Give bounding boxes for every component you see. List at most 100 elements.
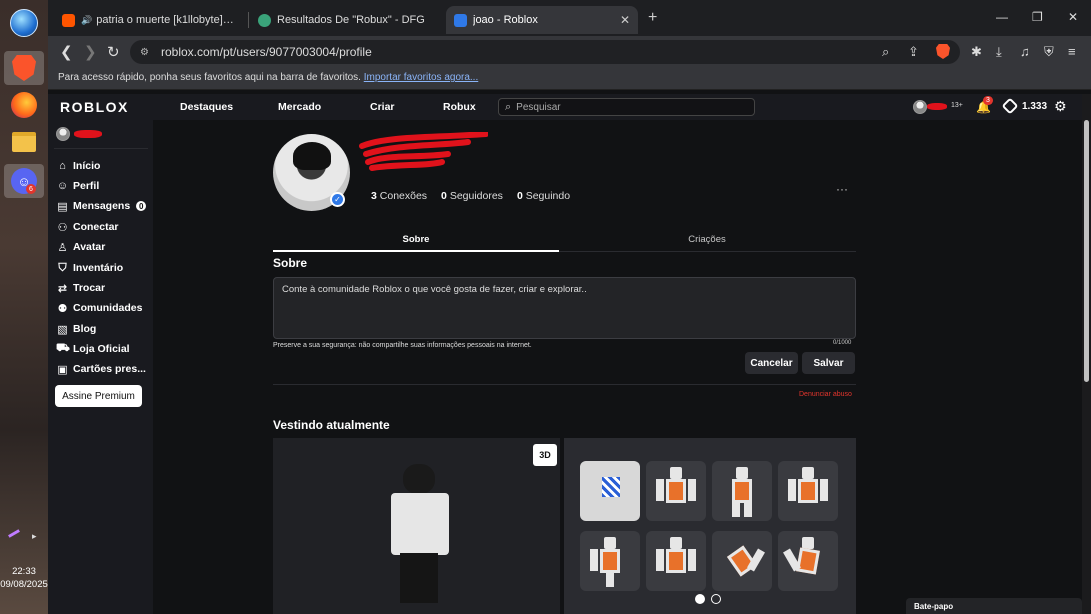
import-bookmarks-link[interactable]: Importar favoritos agora... xyxy=(364,72,479,83)
settings-icon[interactable]: ⚙ xyxy=(1054,98,1067,115)
wearing-item[interactable] xyxy=(778,531,838,591)
redacted-username xyxy=(927,103,947,110)
scrollbar-thumb[interactable] xyxy=(1084,120,1089,382)
blog-icon: ▧ xyxy=(57,323,68,336)
sidebar-item-inventario[interactable]: ⛉ Inventário xyxy=(56,259,151,277)
search-input[interactable]: ⌕ Pesquisar xyxy=(498,98,755,116)
nav-destaques[interactable]: Destaques xyxy=(180,101,233,113)
robux-balance[interactable]: 1.333 xyxy=(1001,97,1047,115)
tab-sobre[interactable]: Sobre xyxy=(273,234,559,245)
menu-icon[interactable]: ≡ xyxy=(1068,44,1076,59)
tab-separator xyxy=(248,12,249,28)
sidebar-user[interactable] xyxy=(56,126,102,142)
site-info-icon[interactable]: ⚙ xyxy=(140,47,149,58)
sidebar-item-loja[interactable]: ⛟ Loja Oficial xyxy=(56,340,151,358)
restore-icon[interactable]: ❐ xyxy=(1032,10,1043,24)
stat-label: Seguindo xyxy=(525,190,571,202)
bookmarks-hint: Para acesso rápido, ponha seus favoritos… xyxy=(58,72,361,83)
download-icon[interactable]: ⤓ xyxy=(996,44,1002,60)
stat-count: 0 xyxy=(516,190,523,202)
report-abuse-link[interactable]: Denunciar abuso xyxy=(799,391,852,398)
taskbar-firefox[interactable] xyxy=(4,88,44,122)
save-button[interactable]: Salvar xyxy=(802,352,855,374)
reload-icon[interactable]: ↻ xyxy=(107,43,120,61)
start-button[interactable] xyxy=(4,6,44,40)
sidebar-item-inicio[interactable]: ⌂ Início xyxy=(56,157,151,175)
taskbar-explorer[interactable] xyxy=(4,125,44,159)
sidebar-item-label: Trocar xyxy=(73,282,106,294)
sidebar-item-label: Início xyxy=(73,160,101,172)
tab-roblox-profile[interactable]: joao - Roblox ✕ xyxy=(446,6,638,34)
redacted-username xyxy=(74,130,102,138)
search-icon: ⌕ xyxy=(505,100,512,113)
wearing-item[interactable] xyxy=(712,531,772,591)
about-textarea[interactable]: Conte à comunidade Roblox o que você gos… xyxy=(273,277,856,339)
sidebar-item-label: Inventário xyxy=(73,262,124,274)
carousel-dot[interactable] xyxy=(711,594,721,604)
clock-time: 22:33 xyxy=(12,566,36,577)
extensions-icon[interactable]: ✱ xyxy=(971,44,982,60)
vpn-icon[interactable]: ⛨ xyxy=(1044,44,1054,60)
wearing-item[interactable] xyxy=(778,461,838,521)
wearing-item[interactable] xyxy=(646,461,706,521)
verified-badge-icon: ✓ xyxy=(330,192,345,207)
nav-criar[interactable]: Criar xyxy=(370,101,395,113)
close-window-icon[interactable]: ✕ xyxy=(1068,10,1078,24)
carousel-dot[interactable] xyxy=(695,594,705,604)
sidebar-item-blog[interactable]: ▧ Blog xyxy=(56,320,151,338)
share-icon[interactable]: ⇪ xyxy=(908,44,919,60)
address-bar[interactable]: ⚙ roblox.com/pt/users/9077003004/profile xyxy=(130,40,960,64)
zoom-icon[interactable]: ⌕ xyxy=(882,44,889,60)
windows-taskbar: ☺ 6 ▸ 22:33 09/08/2025 xyxy=(0,0,48,614)
sidebar-item-trocar[interactable]: ⇄ Trocar xyxy=(56,279,151,297)
taskbar-discord[interactable]: ☺ 6 xyxy=(4,164,44,198)
sidebar-item-comunidades[interactable]: ⚉ Comunidades xyxy=(56,299,151,317)
roblox-logo[interactable]: ROBLOX xyxy=(60,99,129,115)
tab-music[interactable]: 🔊 patria o muerte [k1llobyte] de lul xyxy=(54,6,244,34)
minimize-icon[interactable]: — xyxy=(996,10,1008,24)
sidebar-item-perfil[interactable]: ☺ Perfil xyxy=(56,177,151,195)
sidebar-item-cartoes[interactable]: ▣ Cartões pres... xyxy=(56,360,151,378)
toggle-3d-button[interactable]: 3D xyxy=(533,444,557,466)
more-options-icon[interactable]: ··· xyxy=(836,182,848,196)
speaker-icon[interactable]: 🔊 xyxy=(81,15,92,26)
tab-title: patria o muerte [k1llobyte] de lul xyxy=(96,14,236,26)
tab-title: joao - Roblox xyxy=(473,14,538,26)
brave-icon xyxy=(12,55,36,81)
premium-button[interactable]: Assine Premium xyxy=(55,385,142,407)
stat-followers[interactable]: 0 Seguidores xyxy=(441,190,503,202)
wearing-item[interactable] xyxy=(646,531,706,591)
new-tab-button[interactable]: + xyxy=(648,9,657,27)
user-avatar[interactable] xyxy=(913,100,927,114)
taskbar-clock[interactable]: 22:33 09/08/2025 xyxy=(0,565,48,591)
stat-connections[interactable]: 3 Conexões xyxy=(371,190,427,202)
sidebar-item-conectar[interactable]: ⚇ Conectar xyxy=(56,218,151,236)
wearing-item[interactable] xyxy=(580,531,640,591)
forward-icon[interactable]: ❯ xyxy=(84,43,97,61)
nav-robux[interactable]: Robux xyxy=(443,101,476,113)
redacted-display-name xyxy=(359,132,488,171)
stat-following[interactable]: 0 Seguindo xyxy=(517,190,570,202)
wearing-item[interactable] xyxy=(712,461,772,521)
sidebar-item-avatar[interactable]: ♙ Avatar xyxy=(56,238,151,256)
tab-title: Resultados De "Robux" - DFG xyxy=(277,14,425,26)
windows-orb-icon xyxy=(10,9,38,37)
back-icon[interactable]: ❮ xyxy=(60,43,73,61)
toolbar: ❮ ❯ ↻ ⚙ roblox.com/pt/users/9077003004/p… xyxy=(48,36,1091,68)
taskbar-brave[interactable] xyxy=(4,51,44,85)
tray-expand-icon[interactable]: ▸ xyxy=(32,531,37,542)
chat-bar[interactable]: Bate-papo xyxy=(906,598,1082,614)
avatar-hair xyxy=(293,142,331,170)
avatar-3d-view[interactable]: 3D xyxy=(273,438,560,614)
tab-criacoes[interactable]: Criações xyxy=(564,234,850,245)
tab-dfg[interactable]: Resultados De "Robux" - DFG xyxy=(250,6,440,34)
nav-mercado[interactable]: Mercado xyxy=(278,101,321,113)
wearing-item[interactable] xyxy=(580,461,640,521)
page-scrollbar[interactable] xyxy=(1082,94,1091,614)
media-icon[interactable]: ♫ xyxy=(1020,44,1030,59)
cancel-button[interactable]: Cancelar xyxy=(745,352,798,374)
close-tab-icon[interactable]: ✕ xyxy=(620,13,630,27)
sidebar-item-mensagens[interactable]: ▤ Mensagens 0 xyxy=(56,197,151,215)
dfg-icon xyxy=(258,13,271,27)
folder-icon xyxy=(12,132,36,152)
